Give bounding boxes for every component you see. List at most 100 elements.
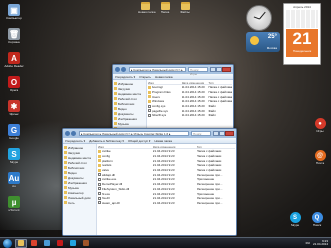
- back-button[interactable]: [115, 67, 120, 72]
- table-row[interactable]: Windows 11.04.2014 15:20 Папка с файлами: [148, 99, 232, 104]
- table-row[interactable]: DemoPlayer.dll 21.04.2014 9:23 Расширение …: [98, 182, 235, 187]
- desktop-folder[interactable]: Новая папка: [138, 2, 156, 14]
- file-name-cell: config.sys: [148, 104, 182, 108]
- table-row[interactable]: cstrike 21.04.2014 9:23 Папка с файлами: [98, 149, 235, 154]
- taskbar-button-skype[interactable]: [67, 239, 79, 248]
- table-row[interactable]: Users 11.04.2014 15:20 Папка с файлами: [148, 94, 232, 99]
- toolbar-button[interactable]: Открыть: [139, 75, 151, 79]
- table-row[interactable]: platform 21.04.2014 9:23 Папка с файлами: [98, 158, 235, 163]
- table-row[interactable]: config.sys 11.04.2014 15:20 Файл: [148, 104, 232, 109]
- app-icon: Q: [311, 212, 323, 223]
- desktop-folder-label: Папка: [160, 10, 170, 14]
- nav-pane-item[interactable]: Сеть: [64, 200, 95, 205]
- folder-icon: [98, 154, 101, 158]
- desktop-icon-label: Adobe Reader: [4, 65, 24, 68]
- forward-button[interactable]: [71, 131, 76, 136]
- close-button[interactable]: [222, 67, 231, 72]
- desktop-icon[interactable]: A Adobe Reader: [4, 52, 24, 69]
- nav-pane-label: Сеть: [68, 200, 75, 205]
- file-date: 21.04.2014 9:23: [152, 168, 175, 173]
- nav-pane-item[interactable]: Недавние места: [114, 91, 145, 96]
- column-header[interactable]: Тип: [208, 81, 232, 84]
- table-row[interactable]: reslists 21.04.2014 9:23 Папка с файлами: [98, 163, 235, 168]
- window-back-titlebar[interactable]: ▸ Компьютер ▸ Локальный диск (C:) ▸ Поис…: [113, 65, 233, 76]
- table-row[interactable]: Program Files 11.04.2014 15:20 Папка с фай…: [148, 90, 232, 95]
- file-icon: [98, 192, 101, 196]
- forward-button[interactable]: [121, 67, 126, 72]
- file-icon: [148, 104, 151, 108]
- file-type: Файл: [208, 104, 216, 109]
- taskbar-button-chrome[interactable]: [28, 239, 40, 248]
- desktop-icon[interactable]: µ uTorrent: [4, 196, 24, 213]
- table-row[interactable]: FileSystem_Stdio.dll 21.04.2014 9:23 Расши…: [98, 187, 235, 192]
- app-icon: S: [8, 148, 20, 160]
- column-header[interactable]: Дата изменения: [182, 81, 209, 84]
- toolbar-button[interactable]: Упорядочить ▾: [115, 75, 135, 79]
- taskbar-button-opera[interactable]: [54, 239, 66, 248]
- toolbar-button[interactable]: Добавить в библиотеку ▾: [89, 139, 124, 143]
- table-row[interactable]: valve 21.04.2014 9:23 Папка с файлами: [98, 168, 235, 173]
- desktop-folder[interactable]: Файлы: [178, 2, 192, 14]
- clock-gadget[interactable]: [246, 5, 272, 31]
- file-name: config.sys: [152, 104, 166, 109]
- column-header[interactable]: Тип: [197, 145, 235, 148]
- column-header[interactable]: Имя: [98, 145, 153, 148]
- toolbar-button[interactable]: Новая папка: [155, 75, 173, 79]
- address-bar[interactable]: ▸ Компьютер ▸ Локальный диск (C:) ▸: [129, 67, 186, 72]
- nav-pane-label: Недавние места: [118, 91, 141, 96]
- back-button[interactable]: [65, 131, 70, 136]
- file-type: Расширение при...: [196, 186, 223, 191]
- nav-pane-label: Загрузки: [68, 150, 81, 155]
- explorer-window-front[interactable]: ▸ Компьютер ▸ Локальный диск (C:) ▸ Игры…: [62, 128, 237, 236]
- nav-pane-item[interactable]: Недавние места: [64, 155, 95, 160]
- desktop-icon[interactable]: G Google: [4, 124, 24, 141]
- desktop-icon[interactable]: S Skype: [4, 148, 24, 165]
- table-row[interactable]: pagefile.sys 11.04.2014 15:20 Файл: [148, 108, 232, 113]
- calendar-gadget[interactable]: Апрель 2014 21 Понедельник: [283, 3, 321, 65]
- desktop-icon[interactable]: Q Поиск: [308, 212, 326, 227]
- taskbar-button-game[interactable]: [80, 239, 92, 248]
- table-row[interactable]: a3dapi.dll 21.04.2014 9:23 Расширение при.…: [98, 172, 235, 177]
- start-button[interactable]: [3, 238, 12, 248]
- toolbar-button[interactable]: Общий доступ ▾: [128, 139, 151, 143]
- tray-clock[interactable]: 9:23 21.04.2014: [313, 239, 328, 247]
- desktop-icon[interactable]: 🗑 Корзина: [4, 28, 24, 45]
- desktop-icon[interactable]: @ Почта: [311, 150, 329, 165]
- table-row[interactable]: hl.exe 21.04.2014 9:23 Приложение: [98, 191, 235, 196]
- table-row[interactable]: steam_api.dll 21.04.2014 9:23 Расширение п…: [98, 201, 235, 206]
- table-row[interactable]: cstrike.exe 21.04.2014 9:23 Приложение: [98, 177, 235, 182]
- search-input[interactable]: Поиск: [191, 131, 211, 136]
- close-button[interactable]: [225, 131, 234, 136]
- weather-gadget[interactable]: 25° Москва: [246, 32, 280, 52]
- nav-pane-item[interactable]: Локальный диск: [64, 195, 95, 200]
- table-row[interactable]: bootmgr 11.04.2014 15:20 Папка с файлами: [148, 85, 232, 90]
- address-bar[interactable]: ▸ Компьютер ▸ Локальный диск (C:) ▸ Игры…: [79, 131, 189, 136]
- desktop-icon[interactable]: O Opera: [4, 76, 24, 93]
- table-row[interactable]: config 21.04.2014 9:23 Папка с файлами: [98, 154, 235, 159]
- search-input[interactable]: Поиск: Игры: [188, 67, 208, 76]
- file-name-cell: FileSystem_Stdio.dll: [98, 187, 153, 191]
- desktop-folder[interactable]: Папка: [158, 2, 172, 14]
- file-type: Файл: [208, 113, 216, 118]
- desktop-icon[interactable]: ● Игры: [311, 118, 329, 133]
- file-type: Расширение при...: [196, 182, 223, 187]
- calendar-month-grid: [286, 10, 318, 28]
- desktop-icon[interactable]: Au Au: [4, 172, 24, 189]
- toolbar-button[interactable]: Новая папка: [154, 139, 172, 143]
- column-header[interactable]: Дата изменения: [153, 145, 197, 148]
- toolbar-button[interactable]: Упорядочить ▾: [65, 139, 85, 143]
- desktop-icon[interactable]: ▣ Компьютер: [4, 4, 24, 21]
- taskbar-button-explorer[interactable]: [15, 238, 27, 248]
- language-indicator[interactable]: RU: [306, 241, 310, 245]
- folder-icon: [114, 112, 117, 115]
- taskbar-button-media[interactable]: [41, 239, 53, 248]
- desktop-icon[interactable]: ✱ Ярлык: [4, 100, 24, 117]
- table-row[interactable]: hiberfil.sys 11.04.2014 15:20 Файл: [148, 113, 232, 118]
- file-name-cell: DemoPlayer.dll: [98, 182, 153, 186]
- desktop-icon-label: Корзина: [8, 41, 20, 44]
- desktop-icon[interactable]: S Skype: [286, 212, 304, 227]
- column-header[interactable]: Имя: [148, 81, 182, 84]
- file-name: DemoPlayer.dll: [102, 182, 123, 187]
- window-front-titlebar[interactable]: ▸ Компьютер ▸ Локальный диск (C:) ▸ Игры…: [63, 129, 236, 138]
- table-row[interactable]: hw.dll 21.04.2014 9:23 Расширение при...: [98, 196, 235, 201]
